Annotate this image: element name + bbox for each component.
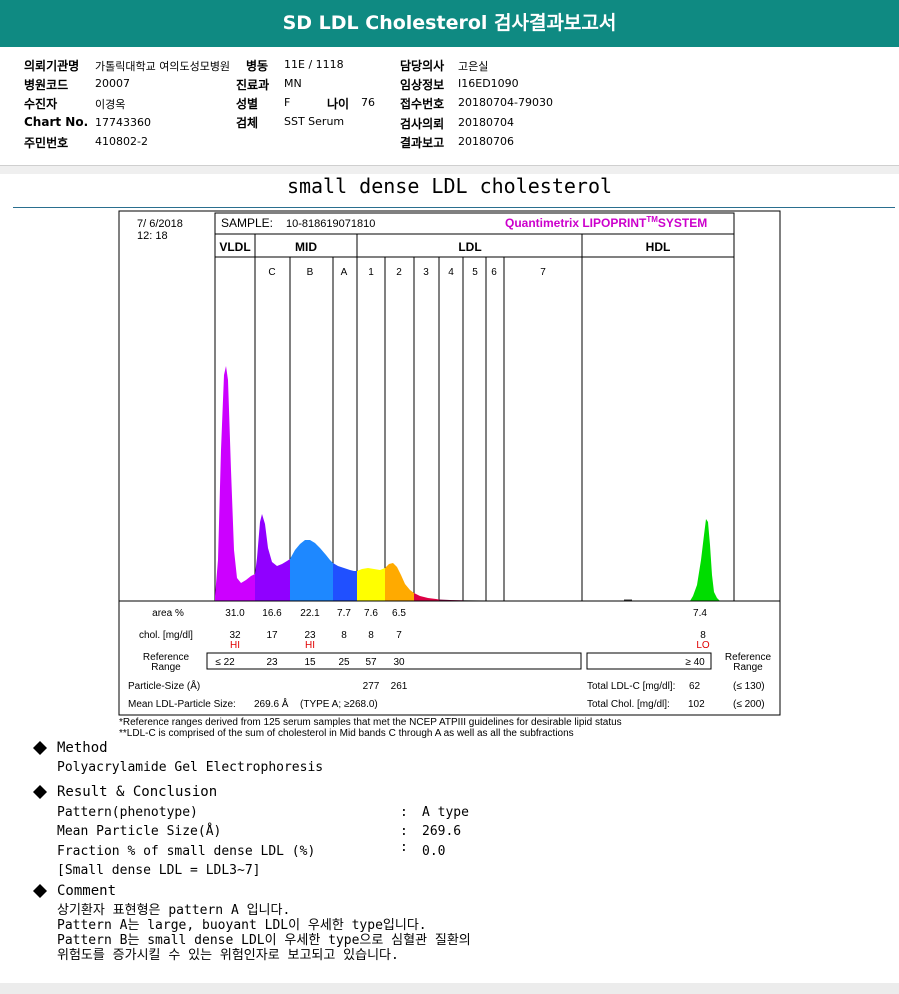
band-b: B [307,267,314,278]
sample-label: SAMPLE: [221,216,273,230]
group-hdl: HDL [646,240,671,254]
total-ldl-label: Total LDL-C [mg/dl]: [587,681,675,692]
chol-1: 8 [368,630,374,641]
diamond-bullet-icon [33,741,47,755]
total-chol-label: Total Chol. [mg/dl]: [587,699,670,710]
area-hdl: 7.4 [693,608,707,619]
mean-type: (TYPE A; ≥268.0) [300,699,378,710]
sample-id: 10-818619071810 [286,218,375,230]
diamond-bullet-icon [33,884,47,898]
ref-c: 23 [266,657,278,668]
mean-value: 269.6 Å [254,697,289,710]
result-title: Result & Conclusion [57,784,218,800]
footer-band [0,983,899,994]
mps-colon: : [400,824,408,839]
comment-line-1: 상기환자 표현형은 pattern A 입니다. [57,903,291,918]
chol-flag-vldl: HI [230,640,240,651]
band-7: 7 [540,267,546,278]
total-chol-value: 102 [688,699,705,710]
band-5: 5 [472,267,478,278]
chol-flag-hdl: LO [696,640,710,651]
chol-2: 7 [396,630,402,641]
ref-hdl: ≥ 40 [685,657,705,668]
pattern-value: A type [422,805,469,820]
mps-value: 269.6 [422,824,462,839]
area-b: 22.1 [300,608,320,619]
area-2: 6.5 [392,608,406,619]
system-title-main: Quantimetrix LIPOPRINT [505,216,647,230]
mps-label: Mean Particle Size(Å) [57,824,222,839]
system-title: Quantimetrix LIPOPRINTTMSYSTEM [505,215,707,230]
footnote-2: **LDL-C is comprised of the sum of chole… [119,728,574,739]
band-4: 4 [448,267,454,278]
area-vldl: 31.0 [225,608,245,619]
ref-vldl: ≤ 22 [215,657,235,668]
group-vldl: VLDL [219,240,250,254]
ref-a: 25 [338,657,350,668]
pattern-label: Pattern(phenotype) [57,805,198,820]
ref-right-2: Range [733,662,763,673]
result-note: [Small dense LDL = LDL3~7] [57,863,261,878]
fraction-label: Fraction % of small dense LDL (%) [57,844,316,859]
total-chol-ref: (≤ 200) [733,699,765,710]
band-3: 3 [423,267,429,278]
band-a: A [341,267,348,278]
system-title-sup: TM [646,215,658,224]
band-2: 2 [396,267,402,278]
comment-line-3: Pattern B는 small dense LDL이 우세한 type으로 심… [57,933,471,948]
mean-label: Mean LDL-Particle Size: [128,699,236,710]
ref-1: 57 [365,657,377,668]
ref-label-2: Range [151,662,181,673]
peak-1 [357,568,385,601]
chol-a: 8 [341,630,347,641]
pattern-colon: : [400,805,408,820]
chol-c: 17 [266,630,278,641]
total-ldl-value: 62 [689,681,701,692]
comment-line-4: 위험도를 증가시킬 수 있는 위험인자로 보고되고 있습니다. [57,948,399,963]
system-title-suffix: SYSTEM [658,216,707,230]
band-c: C [268,267,275,278]
band-1: 1 [368,267,374,278]
method-text: Polyacrylamide Gel Electrophoresis [57,760,324,775]
particle-label: Particle-Size (Å) [128,679,200,692]
particle-2: 261 [391,681,408,692]
particle-1: 277 [363,681,380,692]
group-ldl: LDL [458,240,481,254]
area-1: 7.6 [364,608,378,619]
group-mid: MID [295,240,317,254]
ref-2: 30 [393,657,405,668]
comment-line-2: Pattern A는 large, buoyant LDL이 우세한 type입… [57,918,427,933]
chart-time: 12: 18 [137,230,168,242]
chol-label: chol. [mg/dl] [139,630,193,641]
footnote-1: *Reference ranges derived from 125 serum… [119,717,622,728]
fraction-value: 0.0 [422,844,446,859]
band-6: 6 [491,267,497,278]
area-a: 7.7 [337,608,351,619]
area-label: area % [152,608,184,619]
diamond-bullet-icon [33,785,47,799]
method-title: Method [57,740,108,756]
area-c: 16.6 [262,608,282,619]
chol-flag-b: HI [305,640,315,651]
comment-title: Comment [57,883,117,899]
chart-date: 7/ 6/2018 [137,218,183,230]
chart-frame [118,210,781,716]
ref-b: 15 [304,657,316,668]
fraction-colon: : [400,840,408,855]
total-ldl-ref: (≤ 130) [733,681,765,692]
